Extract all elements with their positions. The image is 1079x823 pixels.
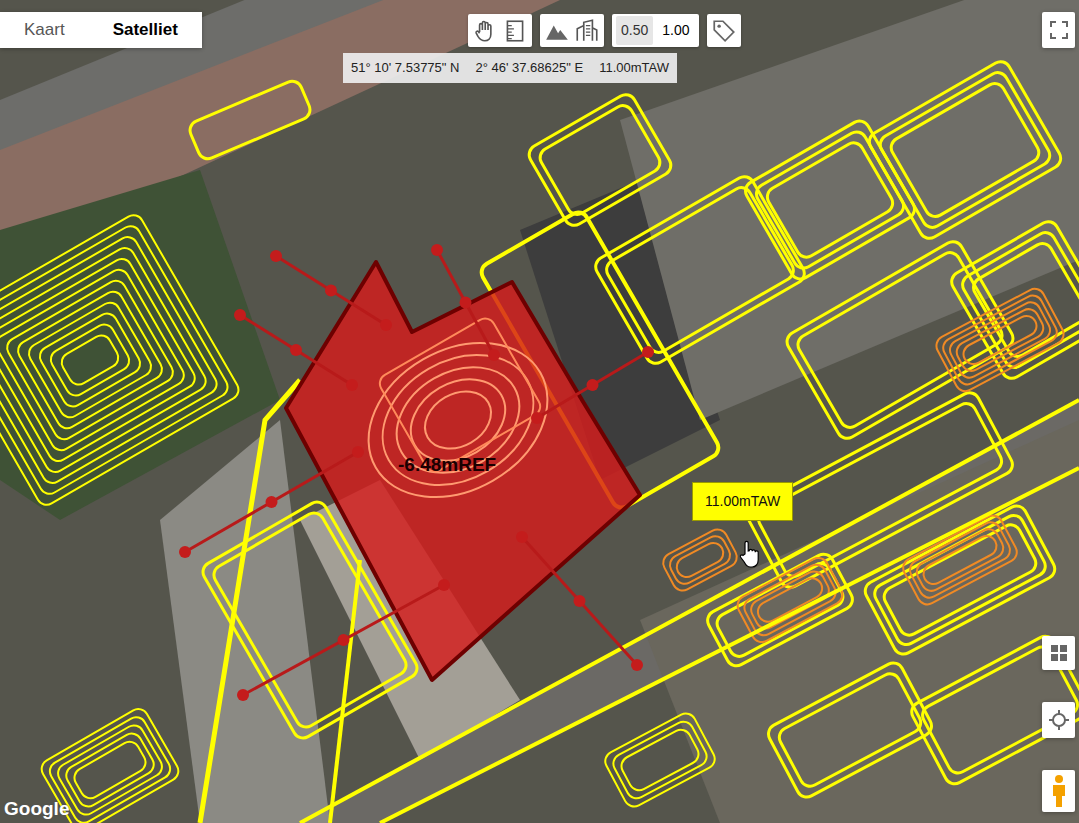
readout-latitude: 51° 10' 7.53775" N — [351, 58, 459, 78]
tool-group — [468, 14, 532, 47]
map-type-switch: KaartSatelliet — [0, 12, 202, 48]
terrain-icon[interactable] — [544, 18, 570, 44]
pegman-icon — [1050, 774, 1068, 808]
scale-button[interactable]: 0.50 — [616, 16, 653, 45]
building-height-label: -6.48mREF — [398, 451, 496, 480]
satellite-map[interactable] — [0, 0, 1079, 823]
fullscreen-button[interactable] — [1042, 12, 1075, 48]
map-type-tab[interactable]: Kaart — [0, 12, 89, 48]
grid-icon — [1049, 643, 1069, 663]
height-tooltip: 11.00mTAW — [692, 482, 793, 521]
layers-button[interactable] — [1042, 636, 1075, 670]
location-button[interactable] — [1042, 702, 1075, 738]
fullscreen-icon — [1049, 20, 1069, 40]
compass-icon — [1048, 709, 1070, 731]
pointer-hand-icon — [738, 540, 760, 568]
toolbar: 0.501.00 — [468, 14, 741, 47]
scale-button[interactable]: 1.00 — [657, 16, 694, 45]
buildings-icon[interactable] — [574, 18, 600, 44]
cursor-readout: 51° 10' 7.53775" N 2° 46' 37.68625" E 11.0… — [343, 53, 677, 83]
scale-switch: 0.501.00 — [612, 14, 699, 47]
readout-height: 11.00mTAW — [599, 58, 669, 78]
ruler-icon[interactable] — [502, 18, 528, 44]
map-type-tab[interactable]: Satelliet — [89, 12, 202, 48]
streetview-button[interactable] — [1042, 770, 1075, 812]
tool-group — [707, 14, 741, 47]
hand-icon[interactable] — [472, 18, 498, 44]
tool-group — [540, 14, 604, 47]
google-logo: Google — [4, 795, 69, 823]
tag-icon[interactable] — [711, 18, 737, 44]
readout-longitude: 2° 46' 37.68625" E — [475, 58, 583, 78]
map-canvas[interactable]: KaartSatelliet 0.501.00 51° 10' 7.53775"… — [0, 0, 1079, 823]
